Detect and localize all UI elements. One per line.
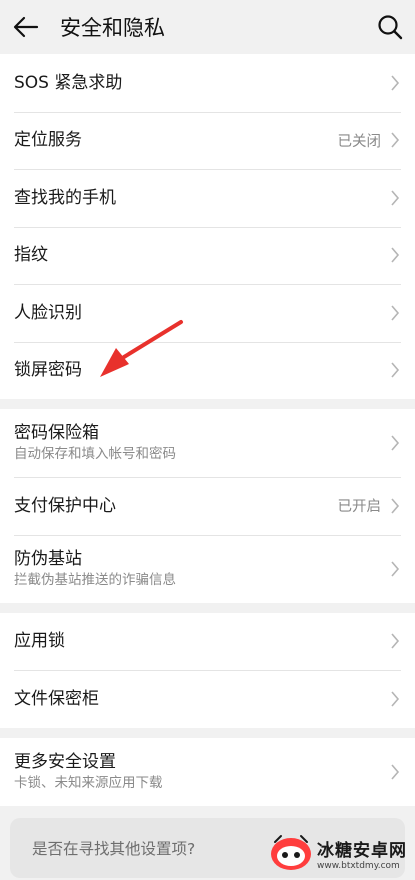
item-label: 查找我的手机 <box>14 187 116 208</box>
search-button[interactable] <box>373 10 407 44</box>
chevron-right-icon <box>389 632 401 650</box>
item-label: SOS 紧急求助 <box>14 72 123 93</box>
chevron-right-icon <box>389 690 401 708</box>
group-divider <box>0 727 415 738</box>
chevron-right-icon <box>389 246 401 264</box>
search-prompt-text: 是否在寻找其他设置项? <box>32 839 196 858</box>
chevron-right-icon <box>389 434 401 452</box>
item-label: 指纹 <box>14 245 48 266</box>
chevron-right-icon <box>389 189 401 207</box>
app-lock-item[interactable]: 应用锁 <box>0 613 415 671</box>
group-divider <box>0 399 415 409</box>
chevron-right-icon <box>389 131 401 149</box>
chevron-right-icon <box>389 361 401 379</box>
chevron-right-icon <box>389 497 401 515</box>
item-label: 文件保密柜 <box>14 688 99 709</box>
status-value: 已开启 <box>337 499 382 516</box>
item-label: 定位服务 <box>14 130 82 151</box>
page-title: 安全和隐私 <box>60 16 165 40</box>
chevron-right-icon <box>389 304 401 322</box>
item-label: 人脸识别 <box>14 302 82 323</box>
watermark-url: www.btxtdmy.com <box>317 860 400 871</box>
file-safe-item[interactable]: 文件保密柜 <box>0 670 415 728</box>
back-button[interactable] <box>0 0 52 54</box>
item-description: 拦截伪基站推送的诈骗信息 <box>14 571 176 588</box>
item-label: 防伪基站 <box>14 548 82 569</box>
item-label: 更多安全设置 <box>14 751 116 772</box>
fingerprint-item[interactable]: 指纹 <box>0 226 415 285</box>
arrow-left-icon <box>13 16 39 38</box>
payment-protection-item[interactable]: 支付保护中心 已开启 <box>0 477 415 535</box>
item-label: 密码保险箱 <box>14 423 99 443</box>
password-vault-item[interactable]: 密码保险箱 自动保存和填入帐号和密码 <box>0 409 415 477</box>
item-description: 卡锁、未知来源应用下载 <box>14 774 163 791</box>
item-label: 锁屏密码 <box>14 360 82 381</box>
item-label: 应用锁 <box>14 631 65 652</box>
settings-group-basic: SOS 紧急求助 定位服务 已关闭 查找我的手机 指纹 人脸识别 锁屏密码 <box>0 54 415 399</box>
group-divider <box>0 602 415 613</box>
status-value: 已关闭 <box>337 133 382 150</box>
watermark: 冰糖安卓网 www.btxtdmy.com <box>269 830 409 876</box>
watermark-name: 冰糖安卓网 <box>317 840 407 861</box>
find-my-phone-item[interactable]: 查找我的手机 <box>0 169 415 227</box>
chevron-right-icon <box>389 74 401 92</box>
fake-base-station-item[interactable]: 防伪基站 拦截伪基站推送的诈骗信息 <box>0 534 415 603</box>
search-icon <box>378 15 403 40</box>
chevron-right-icon <box>389 560 401 578</box>
settings-group-security: 密码保险箱 自动保存和填入帐号和密码 支付保护中心 已开启 防伪基站 拦截伪基站… <box>0 409 415 603</box>
face-recognition-item[interactable]: 人脸识别 <box>0 284 415 342</box>
settings-group-privacy: 应用锁 文件保密柜 <box>0 612 415 728</box>
more-security-settings-item[interactable]: 更多安全设置 卡锁、未知来源应用下载 <box>0 738 415 806</box>
settings-group-more: 更多安全设置 卡锁、未知来源应用下载 <box>0 737 415 806</box>
item-label: 支付保护中心 <box>14 495 116 516</box>
sos-emergency-item[interactable]: SOS 紧急求助 <box>0 54 415 112</box>
lock-screen-password-item[interactable]: 锁屏密码 <box>0 341 415 400</box>
app-header: 安全和隐私 <box>0 0 415 54</box>
location-service-item[interactable]: 定位服务 已关闭 <box>0 111 415 170</box>
item-description: 自动保存和填入帐号和密码 <box>14 446 176 462</box>
watermark-logo-icon <box>271 835 311 870</box>
chevron-right-icon <box>389 763 401 781</box>
